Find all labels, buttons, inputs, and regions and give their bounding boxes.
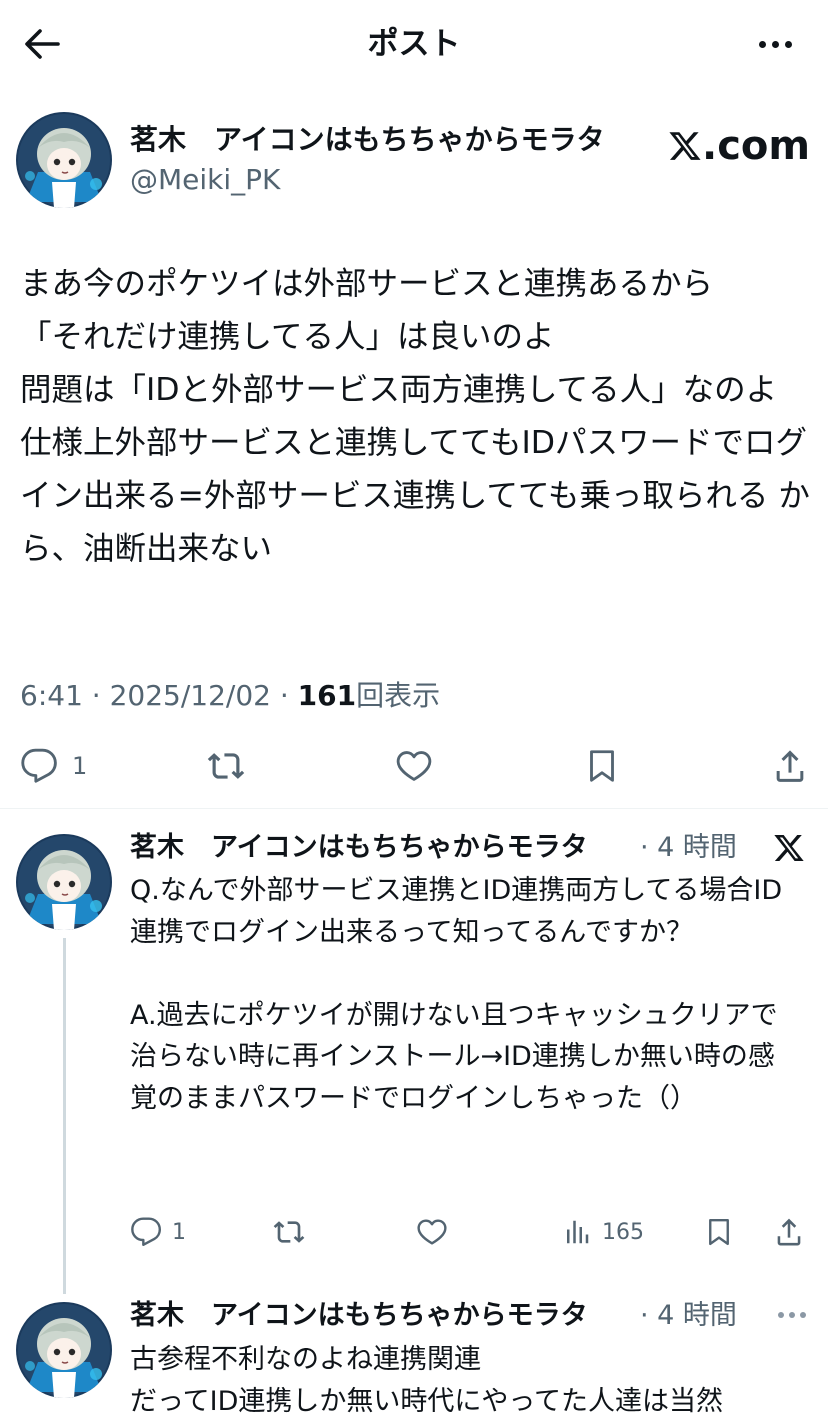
reply-text: Q.なんで外部サービス連携とID連携両方してる場合ID連携でログイン出来るって知… [130, 875, 783, 1114]
share-button[interactable] [770, 746, 810, 786]
bookmark-button[interactable] [704, 1215, 734, 1249]
bookmark-icon [590, 750, 614, 782]
avatar-image [16, 112, 112, 208]
reply-author-name[interactable]: 茗木 アイコンはもちちゃからモラタ [130, 1298, 588, 1334]
view-count: 161 [297, 679, 357, 712]
bookmark-button[interactable] [584, 746, 620, 786]
view-label: 回表示 [356, 679, 441, 712]
x-com-text: .com [702, 123, 811, 169]
share-icon [777, 1218, 801, 1246]
avatar[interactable] [16, 1302, 112, 1398]
reply-author-name[interactable]: 茗木 アイコンはもちちゃからモラタ [130, 830, 588, 866]
repost-icon [207, 753, 245, 779]
heart-icon [396, 751, 432, 781]
x-logo-icon [772, 832, 806, 868]
views-button[interactable]: 165 [562, 1216, 644, 1248]
repost-button[interactable] [204, 747, 248, 785]
analytics-icon [567, 1220, 589, 1244]
post-meta: 6:41 · 2025/12/02 · 161回表示 [20, 676, 440, 716]
more-options-button[interactable] [778, 1312, 806, 1318]
thread-line [63, 938, 66, 1294]
bookmark-icon [709, 1218, 729, 1246]
top-bar: ポスト [0, 0, 828, 90]
reply-icon [131, 1217, 161, 1246]
more-icon-dot [800, 1312, 806, 1318]
avatar-image [16, 834, 112, 930]
share-icon [776, 750, 804, 782]
divider [0, 808, 828, 809]
avatar-image [16, 1302, 112, 1398]
reply-button[interactable]: 1 [130, 1216, 186, 1248]
more-icon [778, 1312, 784, 1318]
more-icon-dot [789, 1312, 795, 1318]
x-logo-icon [669, 132, 701, 160]
reply-text: 古参程不利なのよね連携関連 だってID連携しか無い時代にやってた人達は当然 [130, 1344, 724, 1417]
like-button[interactable] [394, 747, 434, 785]
reply-time: · 4 時間 [640, 1300, 737, 1331]
more-icon-dot [772, 40, 779, 48]
reply-icon [21, 748, 57, 783]
repost-icon [273, 1221, 305, 1243]
reply-count: 1 [72, 752, 88, 780]
avatar[interactable] [16, 834, 112, 930]
more-icon-dot [785, 40, 792, 48]
reply-count: 1 [172, 1219, 186, 1245]
x-com-logo: .com [668, 124, 810, 168]
author-handle[interactable]: @Meiki_PK [130, 162, 280, 198]
view-count: 165 [602, 1219, 644, 1245]
reply-time: · 4 時間 [640, 832, 737, 863]
share-button[interactable] [772, 1215, 806, 1249]
post-text: まあ今のポケツイは外部サービスと連携あるから 「それだけ連携してる人」は良いのよ… [20, 266, 810, 567]
reply-button[interactable]: 1 [20, 747, 87, 785]
author-name[interactable]: 茗木 アイコンはもちちゃからモラタ [130, 122, 605, 158]
repost-button[interactable] [270, 1216, 308, 1248]
post-timestamp: 6:41 · 2025/12/02 · [20, 679, 298, 712]
page-title: ポスト [367, 26, 461, 62]
like-button[interactable] [415, 1216, 449, 1248]
heart-icon [417, 1219, 447, 1245]
avatar[interactable] [16, 112, 112, 208]
more-icon [759, 40, 766, 48]
more-options-button[interactable] [759, 22, 792, 66]
